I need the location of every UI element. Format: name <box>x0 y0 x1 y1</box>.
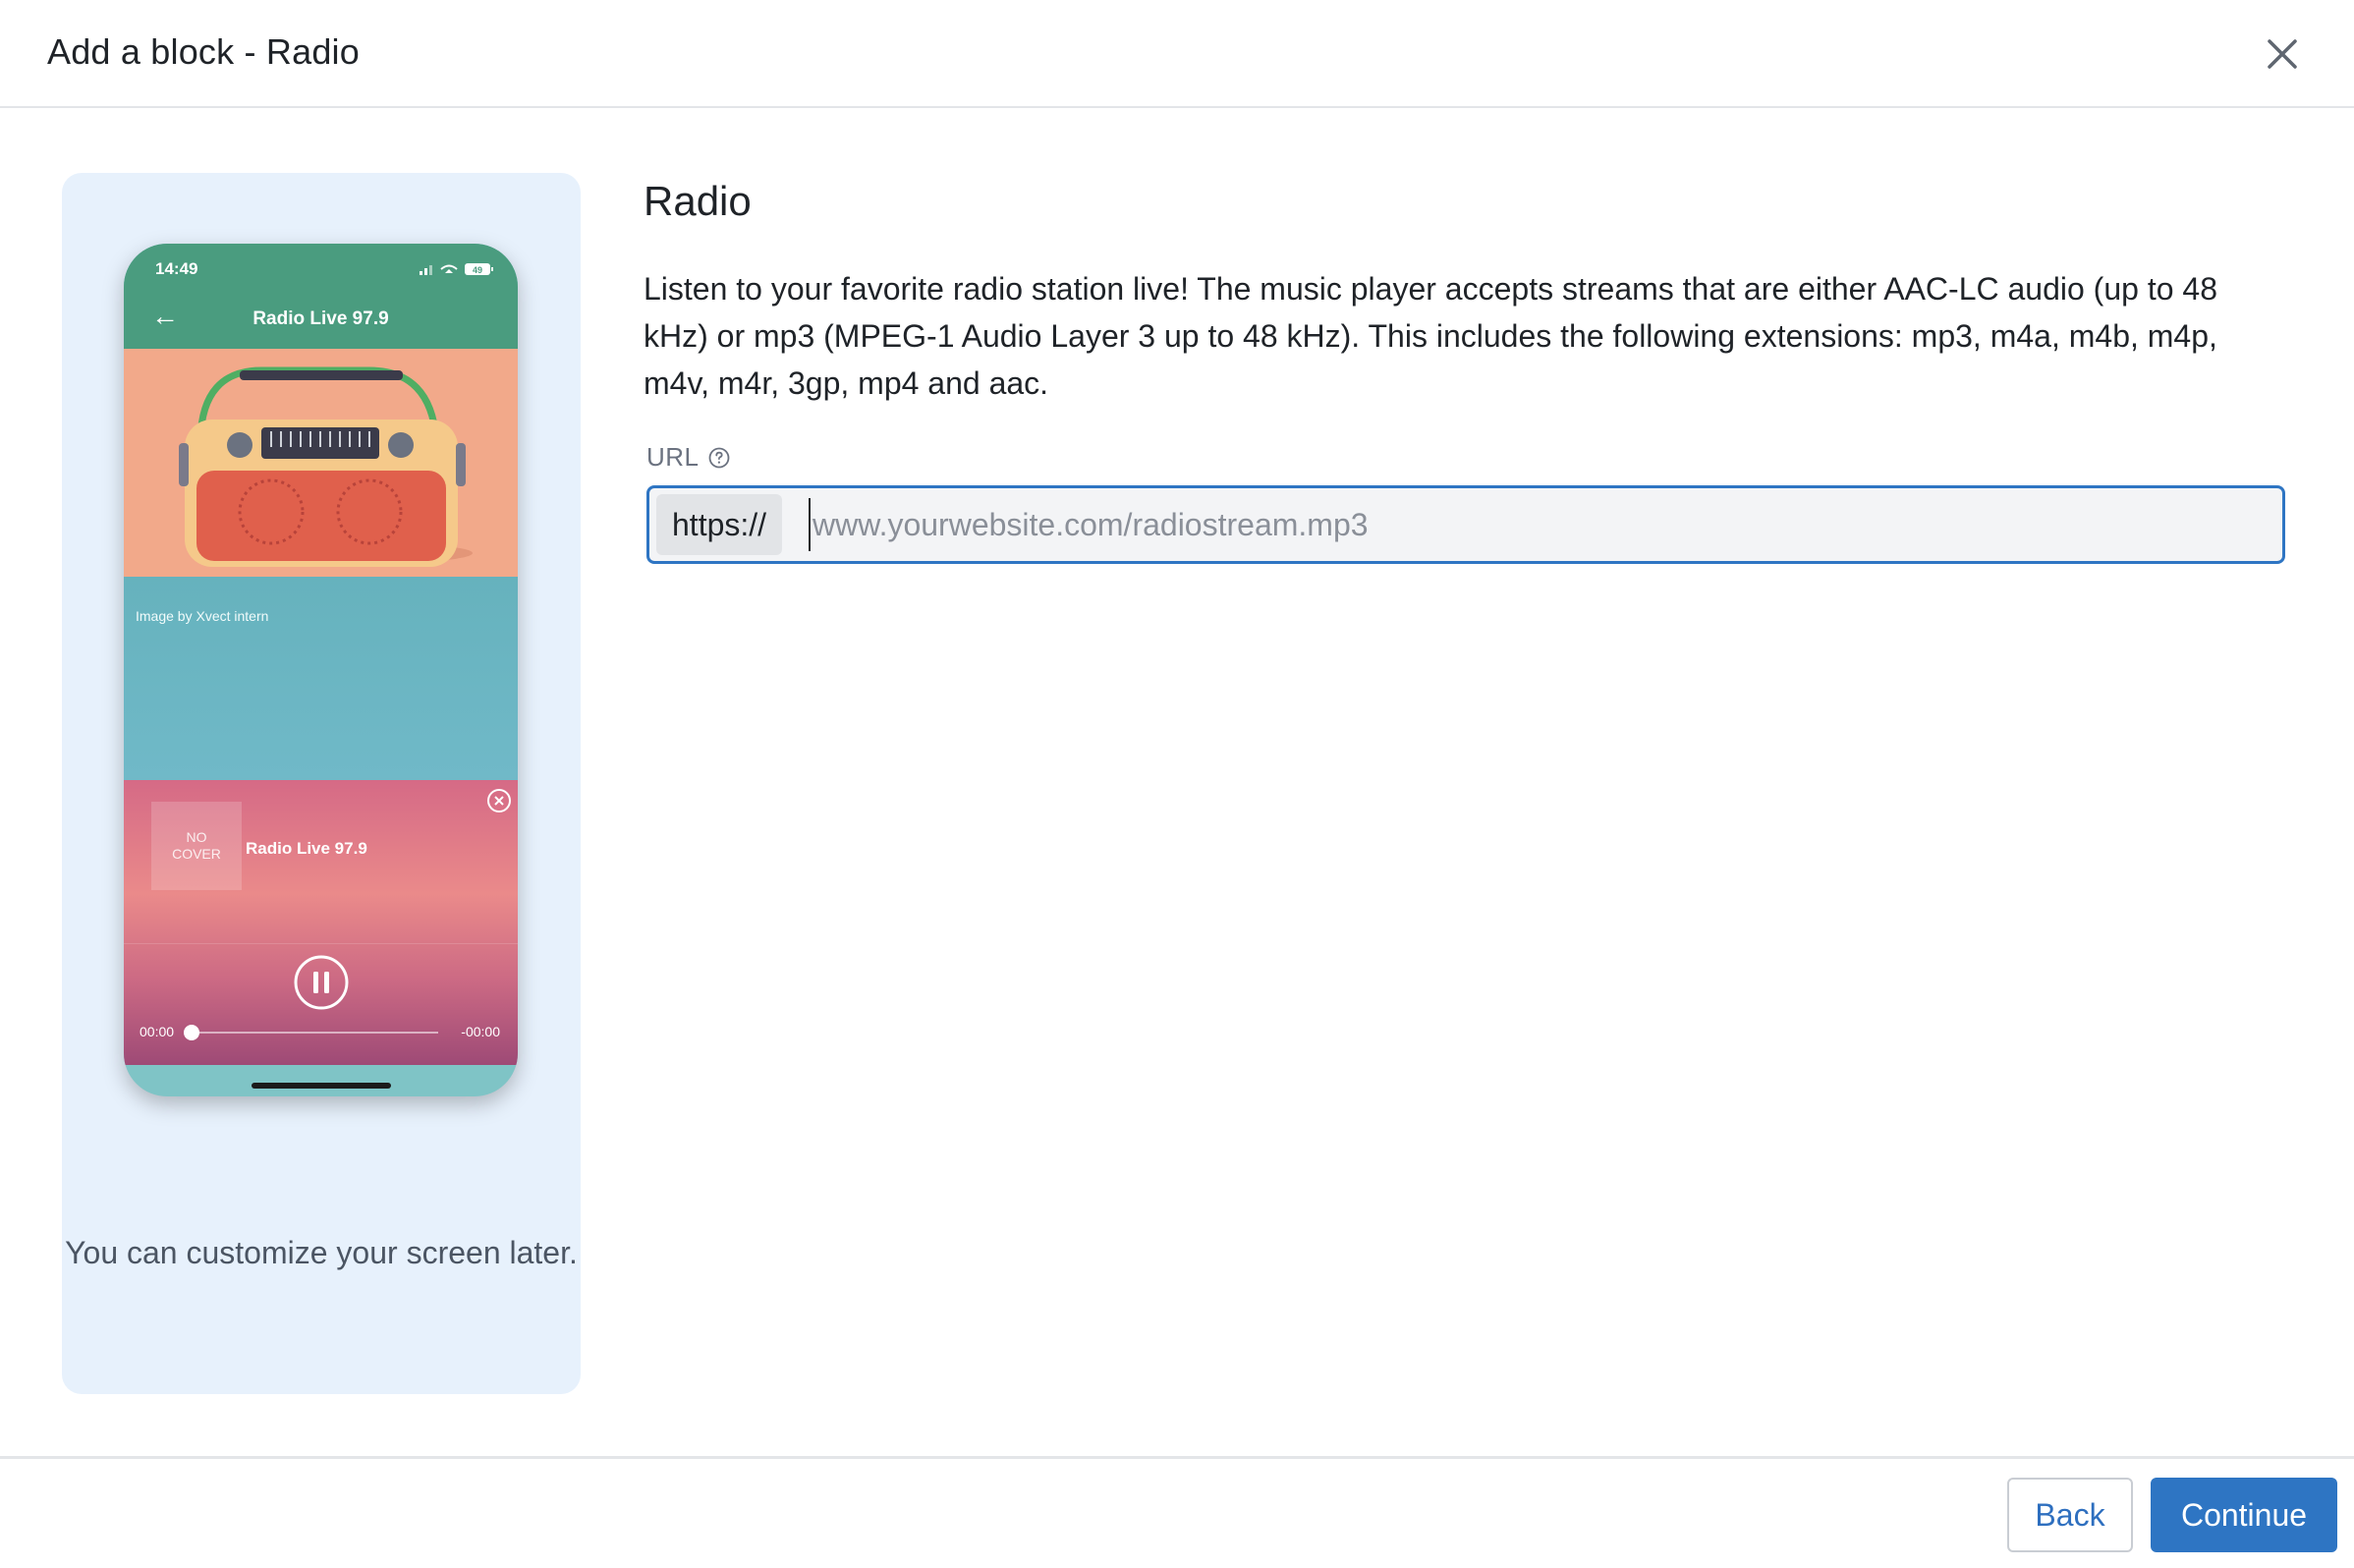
url-field: https:// <box>646 485 2285 564</box>
time-remaining: -00:00 <box>461 1024 500 1039</box>
wifi-icon <box>440 264 458 273</box>
close-icon <box>2268 39 2297 69</box>
back-button[interactable]: Back <box>2007 1478 2133 1552</box>
preview-panel: 14:49 49 ← Radio Live 97.9 Image by Xvec… <box>62 173 581 1394</box>
player-station-name: Radio Live 97.9 <box>246 839 367 858</box>
pause-icon <box>294 955 349 1010</box>
battery-level: 49 <box>473 265 482 275</box>
phone-content-area: Image by Xvect intern <box>124 577 518 780</box>
modal-title: Add a block - Radio <box>47 31 360 72</box>
no-cover-placeholder: NO COVER <box>151 802 242 890</box>
player-divider <box>124 943 518 944</box>
progress-knob <box>184 1025 199 1040</box>
phone-screen-title: Radio Live 97.9 <box>252 308 389 329</box>
section-description: Listen to your favorite radio station li… <box>644 271 2217 401</box>
help-icon[interactable] <box>707 446 731 470</box>
modal-header: Add a block - Radio <box>0 0 2354 108</box>
cover-text-2: COVER <box>172 846 221 862</box>
status-icons: 49 <box>418 261 496 282</box>
mini-player: NO COVER Radio Live 97.9 00:00 -00:00 <box>124 780 518 1065</box>
status-time: 14:49 <box>155 259 198 278</box>
image-credit: Image by Xvect intern <box>136 608 269 624</box>
player-close-icon <box>487 789 511 812</box>
time-elapsed: 00:00 <box>140 1024 175 1039</box>
url-input[interactable] <box>809 498 2272 551</box>
url-label-row: URL <box>646 442 731 473</box>
home-indicator <box>252 1083 391 1089</box>
modal-footer: Back Continue <box>0 1456 2354 1568</box>
section-title: Radio <box>644 178 752 224</box>
continue-button[interactable]: Continue <box>2151 1478 2337 1552</box>
preview-caption: You can customize your screen later. <box>65 1235 578 1270</box>
cover-text-1: NO <box>186 829 207 845</box>
signal-icon <box>420 265 432 275</box>
phone-header: 14:49 49 ← Radio Live 97.9 <box>124 244 518 349</box>
url-label: URL <box>646 442 700 472</box>
close-button[interactable] <box>2258 29 2307 79</box>
url-prefix: https:// <box>656 494 783 555</box>
progress-track <box>191 1032 438 1034</box>
phone-mockup: 14:49 49 ← Radio Live 97.9 Image by Xvec… <box>124 244 518 1096</box>
radio-illustration <box>124 349 518 577</box>
